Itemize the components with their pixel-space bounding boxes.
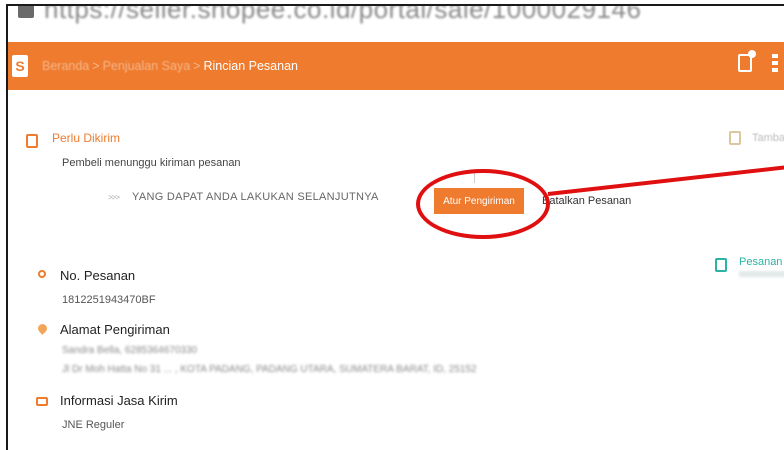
header-actions	[738, 50, 778, 72]
breadcrumb: Beranda > Penjualan Saya > Rincian Pesan…	[42, 59, 298, 73]
truck-icon	[36, 397, 48, 406]
order-history-subtext	[739, 271, 784, 277]
breadcrumb-separator: >	[193, 59, 201, 73]
chevrons-right-icon: >>>	[108, 193, 120, 202]
url-text: https://seller.shopee.co.id/portal/sale/…	[44, 4, 642, 24]
clipboard-icon	[26, 134, 38, 148]
breadcrumb-home[interactable]: Beranda	[42, 59, 89, 73]
order-number-icon	[38, 270, 46, 278]
apps-menu-icon[interactable]	[772, 54, 778, 72]
courier-name: JNE Reguler	[62, 419, 125, 431]
shopee-logo-icon[interactable]: S	[12, 55, 28, 77]
order-status-description: Pembeli menunggu kiriman pesanan	[62, 157, 241, 169]
highlight-circle-annotation	[416, 169, 550, 239]
document-icon	[715, 258, 727, 272]
browser-url-bar[interactable]: https://seller.shopee.co.id/portal/sale/…	[8, 4, 784, 28]
add-note-link[interactable]: Tambahkan Catatan	[752, 132, 784, 144]
top-header-bar: S Beranda > Penjualan Saya > Rincian Pes…	[8, 42, 784, 90]
courier-info-label: Informasi Jasa Kirim	[60, 393, 178, 408]
location-pin-icon	[36, 322, 49, 335]
notification-icon[interactable]	[738, 50, 756, 72]
recipient-name-phone: Sandra Bella, 6285364670330	[62, 345, 198, 356]
breadcrumb-my-sales[interactable]: Penjualan Saya	[103, 59, 191, 73]
screenshot-frame: https://seller.shopee.co.id/portal/sale/…	[6, 4, 784, 450]
order-number-label: No. Pesanan	[60, 268, 136, 283]
note-icon	[729, 131, 741, 145]
order-status-title: Perlu Dikirim	[52, 131, 121, 145]
annotation-pointer-line	[547, 164, 784, 196]
shipping-address-label: Alamat Pengiriman	[60, 322, 170, 337]
breadcrumb-order-details: Rincian Pesanan	[203, 59, 298, 73]
lock-icon	[18, 6, 34, 18]
order-history-title: Pesanan B	[739, 256, 784, 268]
next-steps-label: YANG DAPAT ANDA LAKUKAN SELANJUTNYA	[132, 191, 379, 203]
order-number-value: 1812251943470BF	[62, 294, 156, 306]
breadcrumb-separator: >	[92, 59, 100, 73]
shipping-address-text: Jl Dr Moh Hatta No 31 ... , KOTA PADANG,…	[62, 364, 477, 375]
